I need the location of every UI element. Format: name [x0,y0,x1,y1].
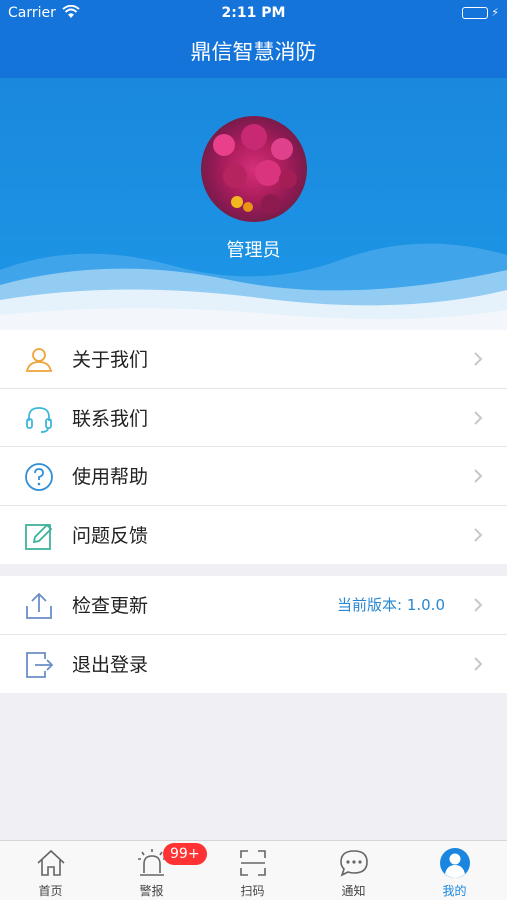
tab-notice[interactable]: 通知 [303,841,404,900]
alarm-badge: 99+ [163,843,207,865]
logout-icon [26,651,54,678]
status-time: 2:11 PM [221,5,286,21]
scan-icon [240,850,266,876]
chevron-right-icon [474,527,483,542]
profile-icon [440,848,470,878]
menu-item-label: 使用帮助 [72,466,149,489]
menu-item-check-update[interactable]: 检查更新 当前版本: 1.0.0 [0,576,507,635]
tab-home[interactable]: 首页 [0,841,101,900]
chevron-right-icon [474,598,483,612]
menu-item-label: 联系我们 [72,407,149,430]
menu-item-label: 问题反馈 [72,525,149,548]
menu-item-label: 检查更新 [72,595,149,618]
tab-label: 首页 [38,884,63,898]
chevron-right-icon [474,352,483,366]
chevron-right-icon [474,656,483,671]
tab-bar: 首页 99+ 警报 扫码 通知 我的 [0,840,507,900]
page-title: 鼎信智慧消防 [190,40,317,64]
tab-label: 通知 [341,884,366,898]
profile-header: 管理员 [0,78,507,330]
menu-item-feedback[interactable]: 问题反馈 [0,506,507,565]
menu-group-info: 关于我们 联系我们 使用帮助 问题反馈 [0,330,507,564]
tab-alarm[interactable]: 99+ 警报 [101,841,207,900]
battery-icon: ⚡ [462,6,499,19]
chevron-right-icon [474,469,483,483]
version-text: 当前版本: 1.0.0 [337,596,445,615]
tab-mine[interactable]: 我的 [404,841,505,900]
user-icon [25,348,53,372]
menu-item-help[interactable]: 使用帮助 [0,447,507,506]
status-bar: Carrier 2:11 PM ⚡ [0,0,507,28]
chevron-right-icon [474,410,483,425]
home-icon [37,849,65,876]
chat-icon [340,850,368,877]
tab-label: 扫码 [240,884,265,898]
nav-bar: 鼎信智慧消防 [0,28,507,78]
tab-label: 警报 [139,884,164,898]
headset-icon [26,406,52,433]
menu-item-logout[interactable]: 退出登录 [0,635,507,694]
upload-icon [26,592,52,619]
menu-item-contact[interactable]: 联系我们 [0,389,507,447]
edit-icon [25,523,53,550]
menu-item-label: 退出登录 [72,654,149,677]
username: 管理员 [226,240,281,261]
menu-item-label: 关于我们 [72,349,149,372]
help-icon [25,463,53,491]
menu-group-system: 检查更新 当前版本: 1.0.0 退出登录 [0,576,507,693]
tab-scan[interactable]: 扫码 [202,841,303,900]
menu-item-about[interactable]: 关于我们 [0,330,507,389]
avatar[interactable] [201,116,307,222]
tab-label: 我的 [442,884,467,898]
